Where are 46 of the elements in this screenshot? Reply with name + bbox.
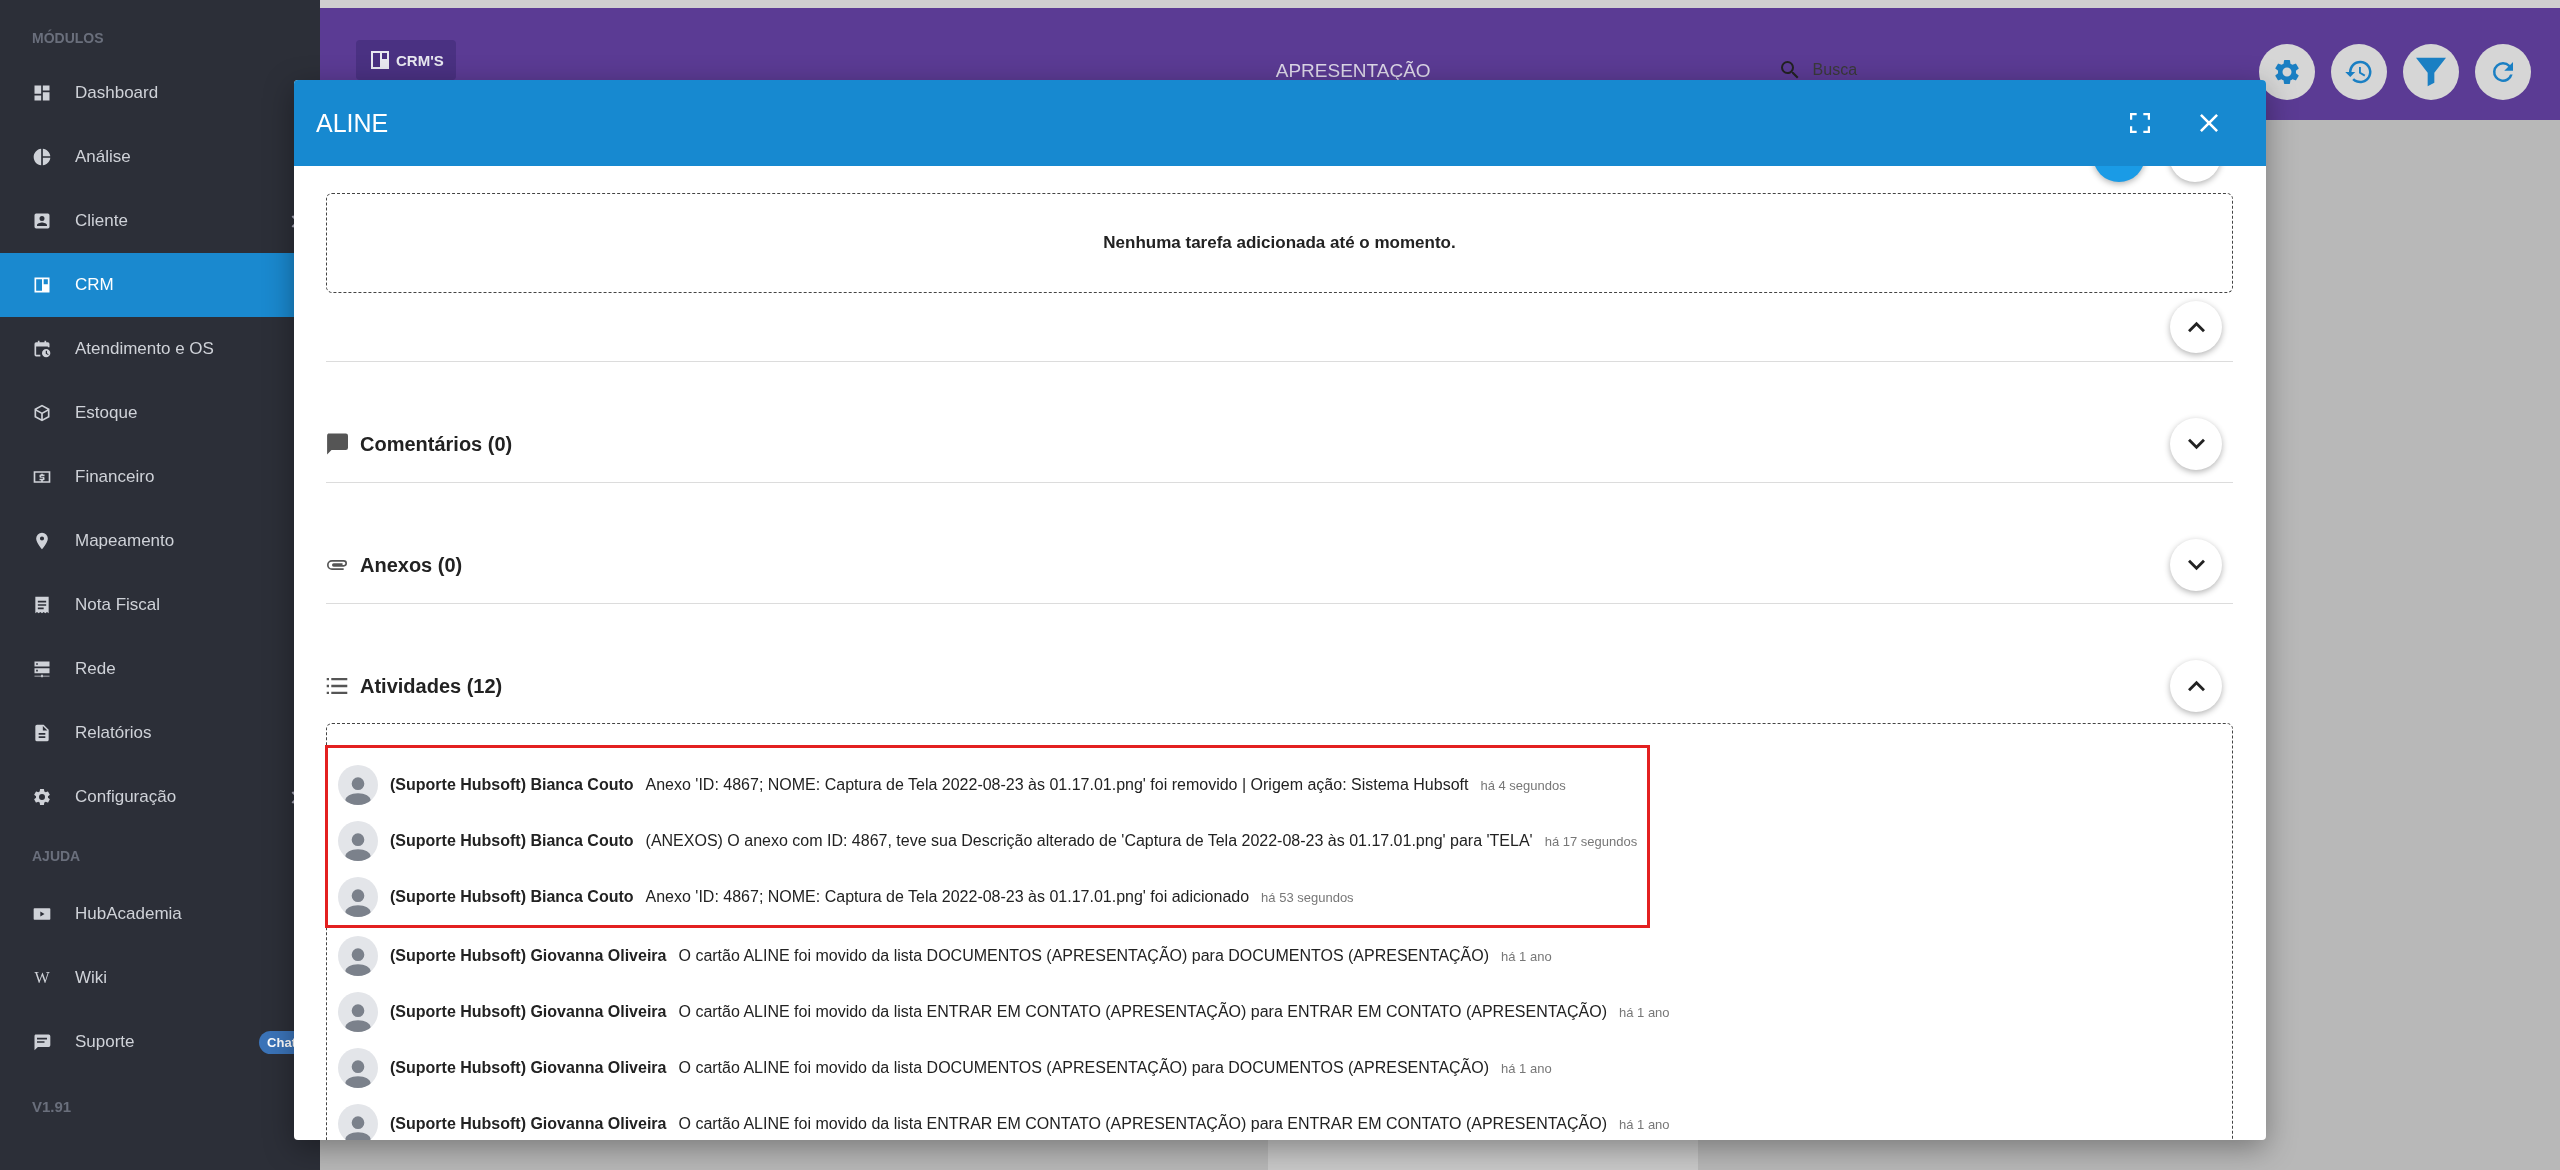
activity-text: O cartão ALINE foi movido da lista ENTRAR EM CONTATO (APRESENTAÇÃO) para ENTRAR EM CONTATO (APRESENTAÇÃO) (678, 1003, 1607, 1021)
dialog-title: ALINE (316, 108, 390, 138)
timestamp: há 1 ano (1501, 948, 1552, 964)
item-label: HubAcademia (75, 904, 183, 924)
author-name: (Suporte Hubsoft) Giovanna Oliveira (390, 1115, 667, 1133)
author-name: (Suporte Hubsoft) Giovanna Oliveira (390, 1003, 667, 1021)
wiki-glyph: W (33, 969, 51, 987)
activity-text: O cartão ALINE foi movido da lista DOCUMENTOS (APRESENTAÇÃO) para DOCUMENTOS (APRESENTAÇÃO) (678, 1059, 1490, 1077)
timestamp: há 17 segundos (1544, 833, 1638, 849)
timestamp: há 1 ano (1618, 1004, 1670, 1020)
section-title: Comentários (0) (360, 432, 514, 456)
timestamp: há 53 segundos (1261, 889, 1354, 905)
version-label: V1.91 (31, 1096, 73, 1117)
activity-text: O cartão ALINE foi movido da lista ENTRAR EM CONTATO (APRESENTAÇÃO) para ENTRAR EM CONTATO (APRESENTAÇÃO) (678, 1115, 1607, 1133)
activity-text: (ANEXOS) O anexo com ID: 4867, teve sua Descrição alterado de 'Captura de Tela 2022-08-23 às 01.17.01.png' para 'TELA' (645, 832, 1533, 850)
section-title: Atividades (12) (360, 674, 504, 698)
timestamp: há 1 ano (1618, 1116, 1670, 1132)
item-label: Mapeamento (75, 531, 176, 551)
section-title: Anexos (0) (360, 553, 464, 577)
activity-text: Anexo 'ID: 4867; NOME: Captura de Tela 2022-08-23 às 01.17.01.png' foi adicionado (645, 888, 1250, 906)
timestamp: há 1 ano (1501, 1060, 1552, 1076)
item-label: Wiki (75, 968, 109, 988)
item-label: Estoque (75, 403, 139, 423)
empty-message: Nenhuma tarefa adicionada até o momento. (1103, 233, 1456, 253)
item-label: Relatórios (75, 723, 153, 743)
item-label: CRM (75, 275, 115, 295)
item-label: Atendimento e OS (75, 339, 215, 359)
author-name: (Suporte Hubsoft) Giovanna Oliveira (390, 1059, 667, 1077)
page-title: APRESENTAÇÃO (1275, 60, 1431, 82)
section-heading: AJUDA (31, 846, 82, 866)
author-name: (Suporte Hubsoft) Bianca Couto (390, 888, 634, 906)
item-label: Análise (75, 147, 132, 167)
activity-text: O cartão ALINE foi movido da lista DOCUMENTOS (APRESENTAÇÃO) para DOCUMENTOS (APRESENTAÇÃO) (678, 947, 1490, 965)
item-label: Suporte (75, 1032, 136, 1052)
item-label: Financeiro (75, 467, 156, 487)
item-label: Cliente (75, 211, 129, 231)
item-label: Dashboard (75, 83, 160, 103)
item-label: Rede (75, 659, 117, 679)
section-heading: MÓDULOS (31, 28, 105, 48)
activity-text: Anexo 'ID: 4867; NOME: Captura de Tela 2022-08-23 às 01.17.01.png' foi removido | Origem ação: Sistema Hubsoft (645, 776, 1469, 794)
item-label: Configuração (75, 787, 178, 807)
timestamp: há 4 segundos (1480, 777, 1566, 793)
author-name: (Suporte Hubsoft) Bianca Couto (390, 832, 634, 850)
item-label: Nota Fiscal (75, 595, 162, 615)
author-name: (Suporte Hubsoft) Bianca Couto (390, 776, 634, 794)
author-name: (Suporte Hubsoft) Giovanna Oliveira (390, 947, 667, 965)
